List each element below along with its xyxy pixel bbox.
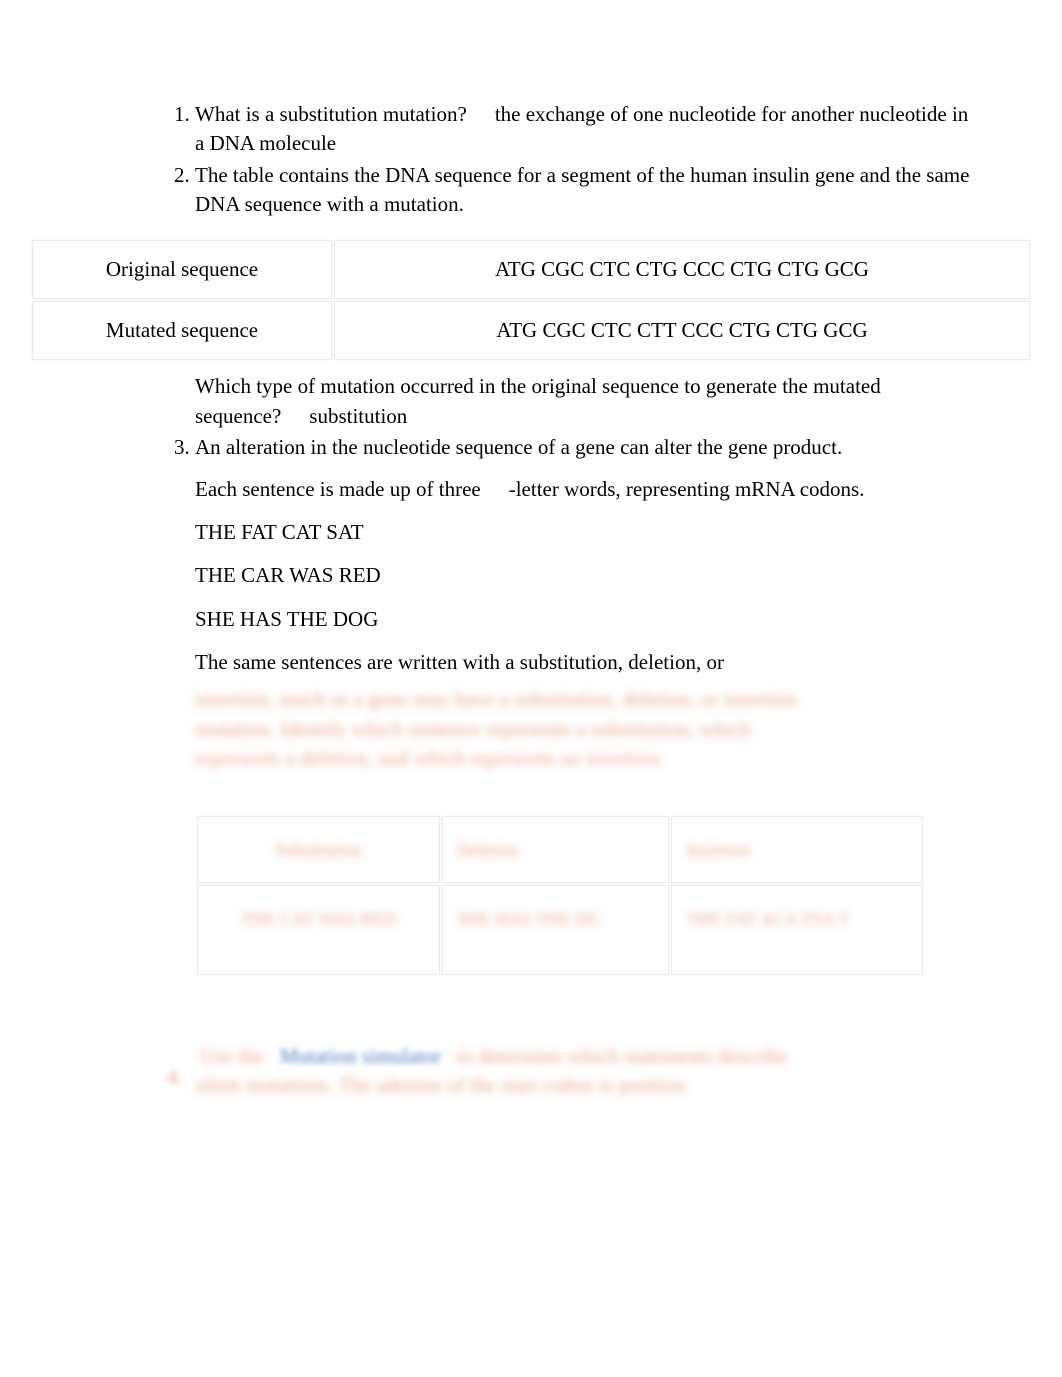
question-4: Use the Mutation simulator to determine … xyxy=(30,1042,1032,1101)
mut-cell-substitution: THE CAT WAS RED xyxy=(240,909,396,929)
blurred-content: insertion, much as a gene may have a sub… xyxy=(195,685,972,773)
table-row: Substitution Deletion Insertion xyxy=(197,816,923,883)
blurred-line-1: insertion, much as a gene may have a sub… xyxy=(195,685,912,714)
mutation-table-wrap: Substitution Deletion Insertion THE CAT … xyxy=(195,814,972,977)
q3-line2a: Each sentence is made up of three xyxy=(195,477,481,501)
codon-sentence-2: THE CAR WAS RED xyxy=(195,561,972,590)
mut-cell-deletion: SHE HAS THE DG xyxy=(457,909,601,929)
mutated-seq-label: Mutated sequence xyxy=(32,301,332,360)
q3-line3: The same sentences are written with a su… xyxy=(195,648,972,677)
mut-head-insertion: Insertion xyxy=(686,840,750,860)
mut-head-deletion: Deletion xyxy=(457,840,519,860)
q2-followup-prompt: Which type of mutation occurred in the o… xyxy=(195,374,881,427)
mutated-seq-value: ATG CGC CTC CTT CCC CTG CTG GCG xyxy=(334,301,1030,360)
mut-head-substitution: Substitution xyxy=(275,840,362,860)
blurred-line-3: represents a deletion, and which represe… xyxy=(195,744,912,773)
sequence-table-wrap: Original sequence ATG CGC CTC CTG CCC CT… xyxy=(30,238,1032,363)
mut-cell-insertion: THE FAT ACA TSA T xyxy=(686,909,849,929)
codon-sentence-3: SHE HAS THE DOG xyxy=(195,605,972,634)
original-seq-value: ATG CGC CTC CTG CCC CTG CTG GCG xyxy=(334,240,1030,299)
original-seq-label: Original sequence xyxy=(32,240,332,299)
q2-intro: The table contains the DNA sequence for … xyxy=(195,161,972,220)
question-2: The table contains the DNA sequence for … xyxy=(195,161,1032,220)
question-3: An alteration in the nucleotide sequence… xyxy=(195,433,1032,977)
q1-prompt: What is a substitution mutation? xyxy=(195,102,467,126)
blurred-line-2: mutation. Identify which sentence repres… xyxy=(195,715,912,744)
table-row: THE CAT WAS RED SHE HAS THE DG THE FAT A… xyxy=(197,885,923,975)
q3-intro: An alteration in the nucleotide sequence… xyxy=(195,433,972,462)
sequence-table: Original sequence ATG CGC CTC CTG CCC CT… xyxy=(30,238,1032,363)
question-2-followup: Which type of mutation occurred in the o… xyxy=(195,372,1032,431)
q3-line2b: -letter words, representing mRNA codons. xyxy=(509,477,865,501)
question-1: What is a substitution mutation?the exch… xyxy=(195,100,1032,159)
q2-followup-answer: substitution xyxy=(309,404,407,428)
q4-text-b: to determine which statements describe xyxy=(457,1044,788,1068)
q4-text-c: silent mutations. The adenine of the sta… xyxy=(195,1071,972,1100)
table-row: Mutated sequence ATG CGC CTC CTT CCC CTG… xyxy=(32,301,1030,360)
mutation-table: Substitution Deletion Insertion THE CAT … xyxy=(195,814,925,977)
mutation-simulator-link[interactable]: Mutation simulator xyxy=(280,1044,442,1068)
table-row: Original sequence ATG CGC CTC CTG CCC CT… xyxy=(32,240,1030,299)
q4-text-a: Use the xyxy=(200,1044,264,1068)
codon-sentence-1: THE FAT CAT SAT xyxy=(195,518,972,547)
